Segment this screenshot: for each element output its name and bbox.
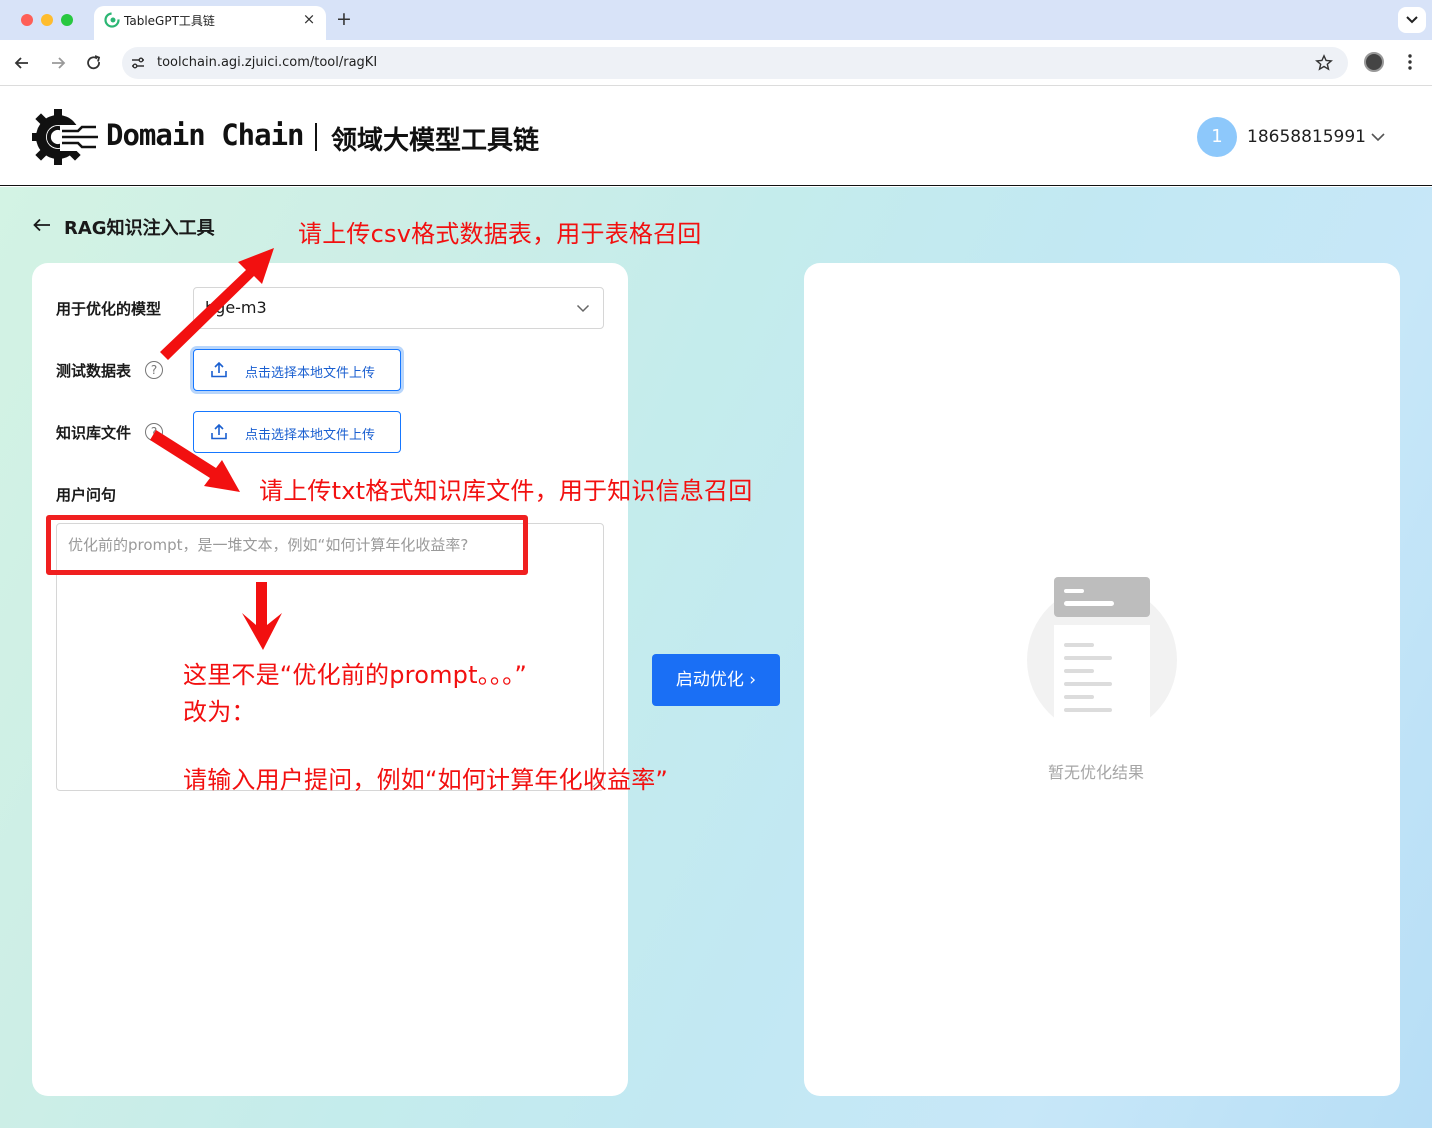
url-text[interactable]: toolchain.agi.zjuici.com/tool/ragKI	[157, 55, 377, 70]
test-table-help-icon[interactable]: ?	[145, 361, 163, 379]
kb-file-help-icon[interactable]: ?	[145, 423, 163, 441]
annotation-prompt-note-line1: 这里不是“优化前的prompt。。。”	[183, 661, 527, 689]
kb-file-label: 知识库文件	[56, 424, 132, 442]
back-arrow-icon[interactable]	[32, 217, 52, 233]
upload-icon	[211, 423, 227, 440]
start-optimize-button[interactable]: 启动优化 ›	[652, 654, 780, 706]
select-chevron-down-icon[interactable]	[576, 302, 590, 314]
test-table-upload-label[interactable]: 点击选择本地文件上传	[245, 362, 375, 381]
annotation-prompt-note-line3: 请输入用户提问，例如“如何计算年化收益率”	[183, 766, 669, 794]
upload-icon	[211, 361, 227, 378]
chevron-down-icon	[1406, 16, 1418, 24]
empty-result-illustration-icon	[1027, 577, 1177, 725]
profile-avatar[interactable]	[1364, 52, 1384, 72]
annotation-highlight-box	[46, 515, 528, 575]
bookmark-star-icon[interactable]	[1315, 54, 1333, 72]
model-label: 用于优化的模型	[56, 300, 162, 318]
minimize-window-button[interactable]	[41, 14, 53, 26]
back-icon[interactable]	[12, 53, 32, 73]
user-avatar[interactable]: 1	[1197, 117, 1237, 157]
page-title: RAG知识注入工具	[64, 218, 215, 239]
new-tab-button[interactable]: +	[334, 9, 354, 29]
user-phone[interactable]: 18658815991	[1247, 127, 1366, 147]
tab-favicon-icon	[104, 12, 120, 28]
test-table-label: 测试数据表	[56, 362, 132, 380]
tab-search-button[interactable]	[1398, 7, 1426, 33]
logo-gear-icon	[32, 109, 100, 165]
reload-icon[interactable]	[84, 53, 104, 73]
annotation-prompt-note-line2: 改为：	[183, 698, 256, 726]
tab-close-icon[interactable]: ×	[300, 10, 318, 28]
user-menu-chevron-icon[interactable]	[1370, 130, 1386, 144]
empty-result-text: 暂无优化结果	[1048, 763, 1145, 782]
tab-title: TableGPT工具链	[124, 14, 215, 28]
user-question-label: 用户问句	[56, 486, 117, 504]
model-select-value[interactable]: bge-m3	[205, 298, 267, 317]
forward-icon[interactable]	[48, 53, 68, 73]
brand-subtitle: 领域大模型工具链	[331, 126, 540, 156]
close-window-button[interactable]	[21, 14, 33, 26]
kb-file-upload-label[interactable]: 点击选择本地文件上传	[245, 424, 375, 443]
brand-name: Domain Chain	[106, 118, 305, 152]
annotation-txt-note: 请上传txt格式知识库文件，用于知识信息召回	[259, 477, 753, 505]
zoom-window-button[interactable]	[61, 14, 73, 26]
brand-divider	[315, 123, 317, 151]
more-menu-icon[interactable]	[1400, 52, 1420, 72]
annotation-csv-note: 请上传csv格式数据表，用于表格召回	[298, 220, 702, 248]
site-settings-icon[interactable]	[130, 55, 146, 71]
